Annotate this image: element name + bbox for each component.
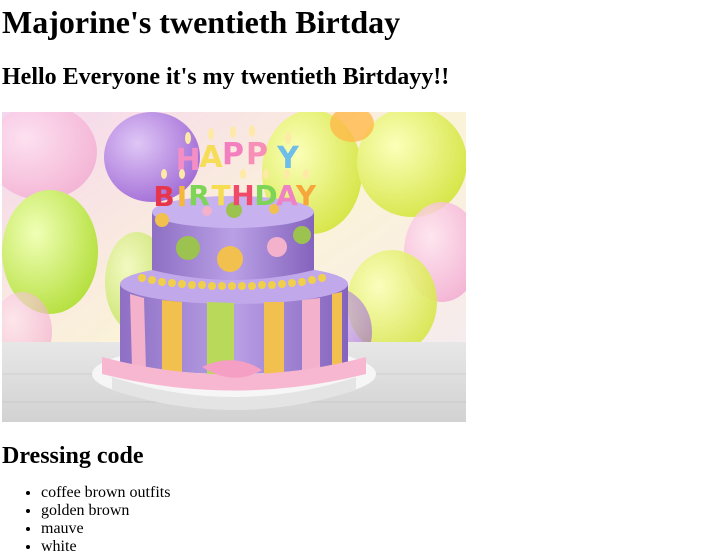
list-item: golden brown: [41, 502, 705, 520]
list-item: white: [41, 538, 705, 556]
dress-code-heading: Dressing code: [2, 443, 144, 469]
page-title: Majorine's twentieth Birtday: [2, 4, 401, 40]
dress-code-list: coffee brown outfits golden brown mauve …: [2, 484, 705, 556]
svg-text:H: H: [231, 179, 254, 212]
svg-text:P: P: [222, 137, 244, 172]
svg-text:I: I: [177, 180, 187, 213]
svg-text:R: R: [188, 179, 210, 212]
svg-text:P: P: [246, 137, 268, 172]
svg-text:A: A: [276, 179, 298, 212]
svg-text:D: D: [254, 179, 277, 212]
greeting-heading: Hello Everyone it's my twentieth Birtday…: [2, 64, 450, 90]
svg-text:B: B: [153, 180, 174, 213]
svg-text:A: A: [199, 140, 223, 175]
svg-text:T: T: [211, 179, 230, 212]
page: Majorine's twentieth Birtday Hello Every…: [0, 0, 705, 559]
birthday-cake-image: H A P P Y B I R T H D A Y: [2, 112, 466, 422]
svg-text:Y: Y: [295, 179, 317, 212]
list-item: mauve: [41, 520, 705, 538]
list-item: coffee brown outfits: [41, 484, 705, 502]
